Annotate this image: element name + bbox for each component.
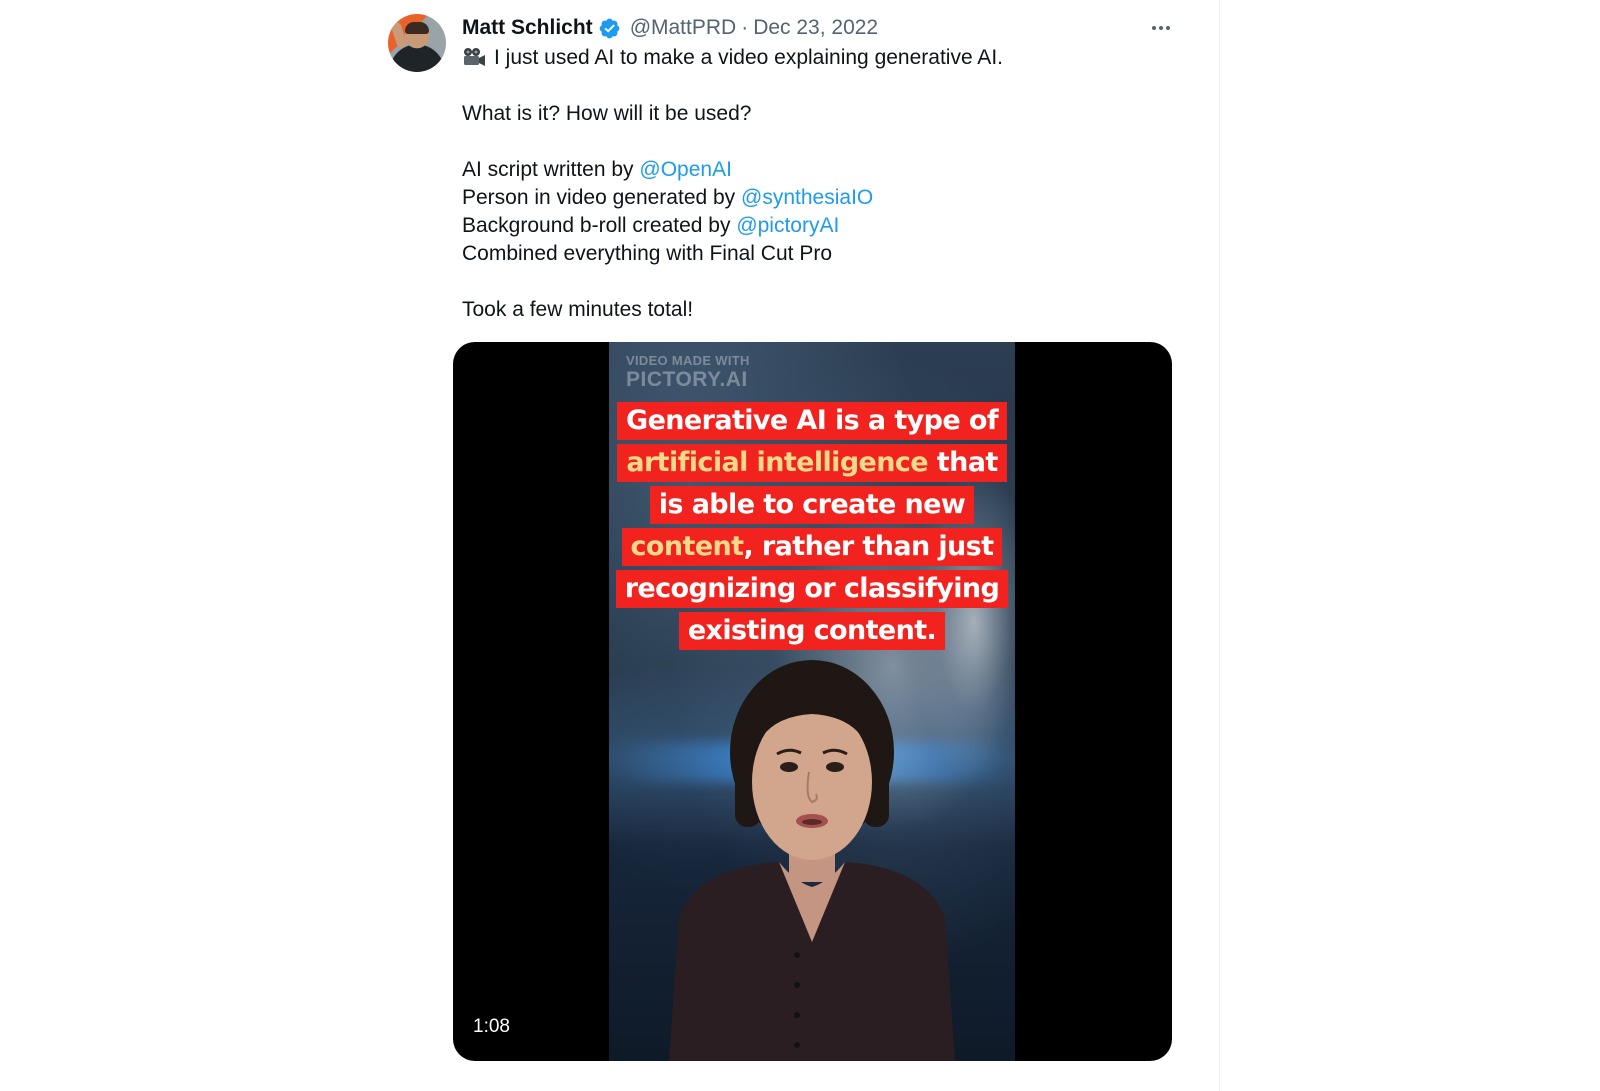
more-dot bbox=[1159, 26, 1163, 30]
video-frame[interactable]: VIDEO MADE WITH PICTORY.AI Generative AI… bbox=[609, 342, 1015, 1061]
more-dot bbox=[1152, 26, 1156, 30]
tweet-date[interactable]: Dec 23, 2022 bbox=[753, 16, 878, 40]
caption-line-6: existing content. bbox=[678, 612, 946, 650]
mention-pictory[interactable]: @pictoryAI bbox=[736, 214, 839, 237]
author-name[interactable]: Matt Schlicht bbox=[462, 16, 593, 40]
watermark-line-1: VIDEO MADE WITH bbox=[626, 353, 750, 368]
avatar-hair bbox=[405, 22, 429, 34]
tweet-line-1-text: I just used AI to make a video explainin… bbox=[494, 46, 1003, 69]
tweet-line-3: AI script written by @OpenAI bbox=[462, 156, 1182, 184]
caption-text: , rather than just bbox=[743, 531, 994, 562]
line-5-prefix: Background b-roll created by bbox=[462, 214, 737, 237]
author-handle[interactable]: @MattPRD bbox=[630, 16, 737, 40]
tweet-line-1: I just used AI to make a video explainin… bbox=[462, 44, 1182, 72]
video-caption: Generative AI is a type of artificial in… bbox=[609, 402, 1015, 654]
caption-line-4: content, rather than just bbox=[621, 528, 1003, 566]
caption-line-2: artificial intelligence that bbox=[617, 444, 1007, 482]
tweet: Matt Schlicht @MattPRD · Dec 23, 2022 I … bbox=[362, 0, 1220, 1091]
mention-synthesia[interactable]: @synthesiaIO bbox=[741, 186, 873, 209]
caption-highlight: artificial intelligence bbox=[626, 447, 928, 478]
watermark-line-2: PICTORY.AI bbox=[626, 368, 748, 391]
tweet-line-6: Combined everything with Final Cut Pro bbox=[462, 242, 833, 265]
more-dot bbox=[1166, 26, 1170, 30]
tweet-line-2: What is it? How will it be used? bbox=[462, 102, 752, 125]
line-4-prefix: Person in video generated by bbox=[462, 186, 742, 209]
video-player[interactable]: VIDEO MADE WITH PICTORY.AI Generative AI… bbox=[453, 342, 1172, 1061]
more-options-icon[interactable] bbox=[1146, 15, 1176, 41]
caption-line-5: recognizing or classifying bbox=[615, 570, 1009, 608]
film-projector-icon bbox=[464, 48, 485, 66]
tweet-line-4: Person in video generated by @synthesiaI… bbox=[462, 184, 1182, 212]
caption-line-3: is able to create new bbox=[649, 486, 975, 524]
caption-highlight: content bbox=[630, 531, 745, 562]
caption-line-1: Generative AI is a type of bbox=[617, 402, 1007, 440]
caption-text: that bbox=[928, 447, 998, 478]
tweet-line-7: Took a few minutes total! bbox=[462, 298, 694, 321]
tweet-text: I just used AI to make a video explainin… bbox=[462, 44, 1182, 324]
tweet-line-5: Background b-roll created by @pictoryAI bbox=[462, 212, 1182, 240]
avatar-arm bbox=[390, 21, 408, 49]
line-3-prefix: AI script written by bbox=[462, 158, 640, 181]
pictory-watermark: VIDEO MADE WITH PICTORY.AI bbox=[626, 354, 750, 390]
separator-dot: · bbox=[741, 16, 749, 39]
verified-badge-icon bbox=[599, 18, 620, 38]
tweet-header: Matt Schlicht @MattPRD · Dec 23, 2022 bbox=[462, 13, 878, 43]
mention-openai[interactable]: @OpenAI bbox=[639, 158, 732, 181]
video-duration: 1:08 bbox=[473, 1016, 510, 1037]
author-avatar[interactable] bbox=[388, 14, 446, 72]
